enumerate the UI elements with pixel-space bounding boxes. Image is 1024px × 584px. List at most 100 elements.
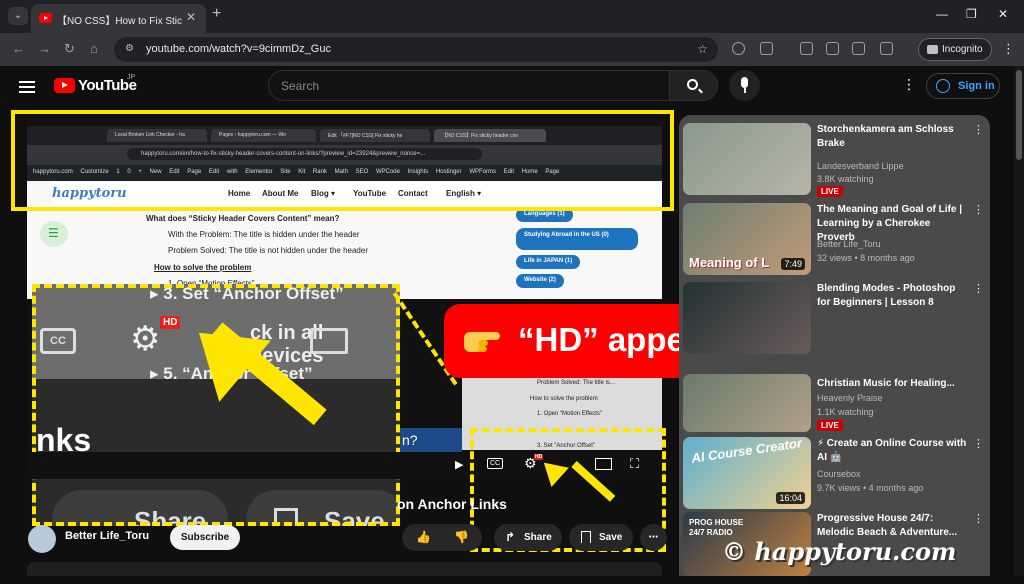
recommendation-title[interactable]: Storchenkamera am Schloss Brake [817,123,967,151]
restore-button[interactable]: ❐ [966,7,977,21]
video-thumbnail[interactable]: Meaning of L 7:49 [683,203,811,275]
description-box[interactable] [27,562,662,576]
tab-title: 【NO CSS】How to Fix Sticky He [57,16,182,27]
reload-icon[interactable]: ↻ [64,41,75,57]
toc-item: How to solve the problem [154,263,252,272]
url-text[interactable]: youtube.com/watch?v=9cimmDz_Guc [146,43,331,55]
category-tag: Website (2) [516,274,564,288]
extension-icon[interactable] [732,42,745,55]
screenshot-icon[interactable] [880,42,893,55]
recommendation-channel: Coursebox [817,469,861,479]
youtube-logo-icon[interactable] [54,78,75,93]
right-toc-item: How to solve the problem [530,396,598,402]
share-label: Share [524,532,552,543]
forward-arrow-icon[interactable]: → [38,41,51,56]
back-arrow-icon[interactable]: ← [12,41,25,56]
recommendation-menu-icon[interactable]: ⋮ [973,512,984,525]
recommendation-channel: Landesverband Lippe [817,161,904,171]
incognito-badge[interactable]: Incognito [918,38,992,61]
toc-item: Problem Solved: The title is not hidden … [168,246,368,255]
search-icon [687,79,698,90]
guide-menu-icon[interactable] [19,81,35,93]
play-icon[interactable]: ▶ [455,458,463,471]
duration-badge: 7:49 [781,258,805,270]
browser-toolbar: ← → ↻ ⌂ ⚙ youtube.com/watch?v=9cimmDz_Gu… [0,33,1024,66]
reading-list-icon[interactable] [800,42,813,55]
video-thumbnail[interactable] [683,374,811,432]
scrollbar-thumb[interactable] [1016,70,1022,160]
zoom-highlight-frame [32,284,400,526]
pointing-hand-icon [464,332,500,352]
video-thumbnail[interactable] [683,282,811,354]
right-toc-item: 1. Open “Motion Effects” [537,411,602,417]
new-tab-button[interactable]: + [212,5,221,23]
sign-in-button[interactable]: Sign in [926,73,1000,99]
thumbs-down-icon: 👎 [454,530,469,544]
search-input[interactable]: Search [268,70,670,101]
bookmark-star-icon[interactable]: ☆ [697,42,708,56]
recommendation-menu-icon[interactable]: ⋮ [973,123,984,136]
recommendation-item[interactable]: Meaning of L 7:49 The Meaning and Goal o… [683,203,984,275]
thumbnail-text: AI Course Creator [690,435,803,466]
search-placeholder: Search [281,79,320,93]
search-button[interactable] [670,70,718,101]
category-tag: Life in JAPAN (1) [516,255,581,269]
browser-highlight-frame [11,110,674,211]
recommendation-channel: Heavenly Praise [817,393,883,403]
share-icon: ↱ [505,530,516,544]
channel-avatar[interactable] [28,525,56,553]
thumbnail-text: PROG HOUSE 24/7 RADIO [689,518,744,537]
video-fragment-box: n? [400,428,462,454]
extensions-puzzle-icon[interactable] [760,42,773,55]
recommendation-item[interactable]: AI Course Creator 16:04 ⚡ Create an Onli… [683,435,984,509]
thumbnail-text: Meaning of L [689,255,770,270]
settings-menu-icon[interactable]: ⋮ [902,76,916,93]
address-bar[interactable]: ⚙ youtube.com/watch?v=9cimmDz_Guc ☆ [114,37,718,62]
browser-tab-bar: ⌄ 【NO CSS】How to Fix Sticky He ✕ + — ❐ ✕ [0,0,1024,33]
more-actions-button[interactable]: ⋯ [640,524,667,551]
recommendation-title[interactable]: Blending Modes - Photoshop for Beginners… [817,282,967,310]
recommendation-stats: 9.7K views • 4 months ago [817,483,924,493]
recommendation-menu-icon[interactable]: ⋮ [973,437,984,450]
copyright-watermark: © happytoru.com [722,537,957,566]
youtube-favicon-icon [39,13,52,23]
youtube-region-label: JP [127,74,136,81]
account-icon [936,79,950,93]
toc-item: With the Problem: The title is hidden un… [168,230,360,239]
recommendation-title[interactable]: Christian Music for Healing... [817,377,967,390]
tab-search-button[interactable]: ⌄ [8,7,28,25]
channel-name[interactable]: Better Life_Toru [65,530,149,542]
recommendation-channel: Better Life_Toru [817,239,881,249]
toc-list-icon [40,221,68,247]
voice-search-icon[interactable] [729,70,760,101]
category-tag: Studying Abroad in the US (0) [516,228,638,250]
close-window-button[interactable]: ✕ [998,7,1008,21]
recommendation-menu-icon[interactable]: ⋮ [973,282,984,295]
page-scrollbar[interactable] [1014,66,1024,576]
incognito-icon [927,45,938,54]
video-thumbnail[interactable] [683,123,811,195]
minimize-button[interactable]: — [936,7,948,21]
active-tab[interactable]: 【NO CSS】How to Fix Sticky He ✕ [31,4,206,33]
sign-in-label: Sign in [958,80,995,92]
share-button[interactable]: ↱ Share [494,524,562,551]
save-button[interactable]: Save [569,524,633,551]
recommendation-title[interactable]: ⚡ Create an Online Course with AI 🤖 [817,437,967,465]
live-badge: LIVE [817,186,843,197]
video-thumbnail[interactable]: AI Course Creator 16:04 [683,435,811,509]
like-dislike-button[interactable]: 👍 👎 [402,524,482,551]
recommendation-item[interactable]: Blending Modes - Photoshop for Beginners… [683,282,984,354]
save-icon [581,531,591,543]
site-info-icon[interactable]: ⚙ [125,43,134,54]
browser-menu-icon[interactable]: ⋮ [1002,41,1015,57]
qr-code-icon[interactable] [852,42,865,55]
tab-close-icon[interactable]: ✕ [186,10,196,24]
translate-icon[interactable] [826,42,839,55]
recommendation-item[interactable]: Storchenkamera am Schloss Brake Landesve… [683,123,984,197]
recommendation-menu-icon[interactable]: ⋮ [973,203,984,216]
video-title: on Anchor Links [397,496,507,512]
home-icon[interactable]: ⌂ [90,41,98,56]
recommendation-title[interactable]: Progressive House 24/7: Melodic Beach & … [817,512,967,540]
subscribe-button[interactable]: Subscribe [170,525,240,550]
save-label: Save [599,532,623,543]
